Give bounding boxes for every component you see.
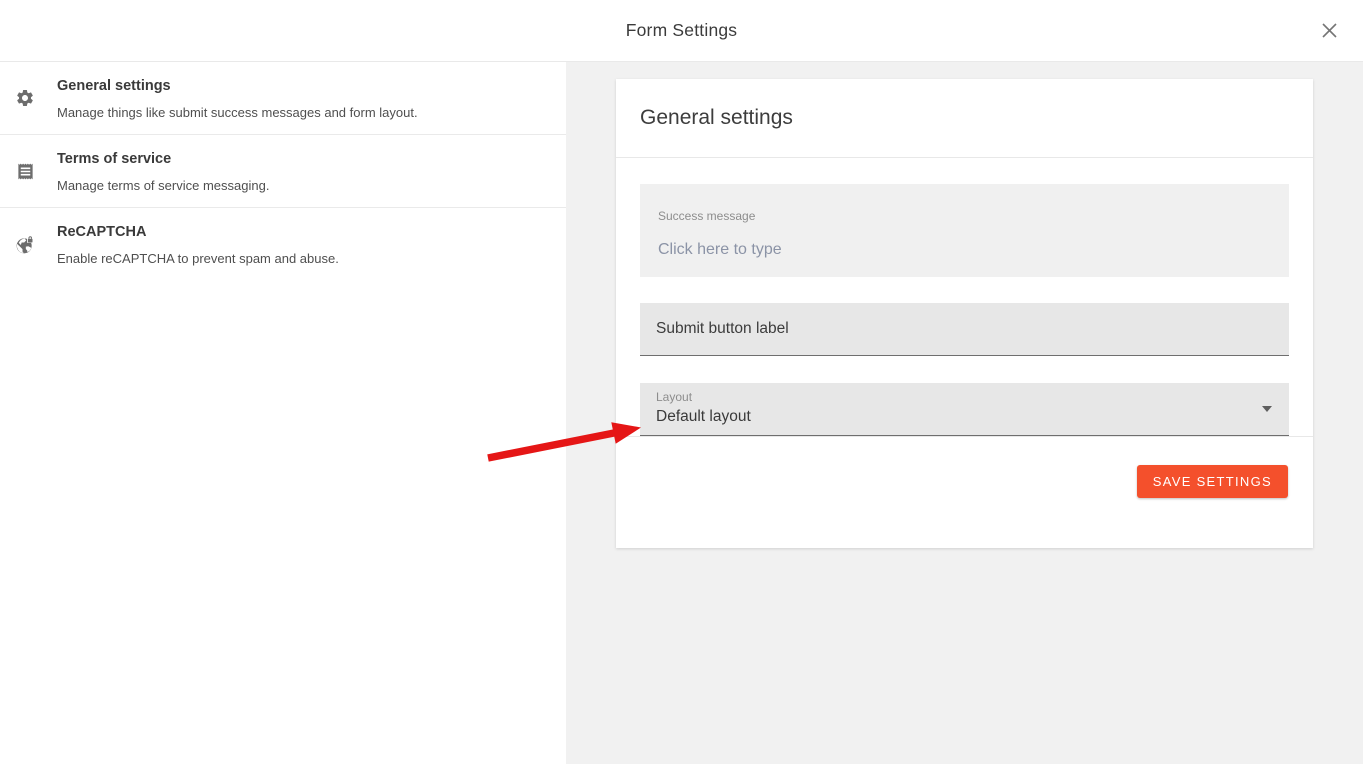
dropdown-arrow-icon <box>1262 406 1272 412</box>
submit-button-label-input[interactable] <box>656 320 1273 338</box>
close-icon <box>1321 22 1338 39</box>
dialog-title: Form Settings <box>626 20 738 41</box>
layout-label: Layout <box>656 391 1273 404</box>
success-message-label: Success message <box>658 210 1271 223</box>
nav-item-description: Enable reCAPTCHA to prevent spam and abu… <box>57 251 542 267</box>
nav-item-recaptcha[interactable]: ReCAPTCHA Enable reCAPTCHA to prevent sp… <box>0 208 566 281</box>
nav-item-title: General settings <box>57 77 542 95</box>
success-message-placeholder: Click here to type <box>658 241 1271 258</box>
save-settings-button[interactable]: SAVE SETTINGS <box>1137 465 1288 498</box>
nav-item-title: ReCAPTCHA <box>57 223 542 241</box>
content-area: General settings Success message Click h… <box>566 62 1363 764</box>
dialog-header: Form Settings <box>0 0 1363 62</box>
nav-item-terms-of-service[interactable]: Terms of service Manage terms of service… <box>0 135 566 208</box>
nav-item-description: Manage terms of service messaging. <box>57 178 542 194</box>
nav-item-description: Manage things like submit success messag… <box>57 105 542 121</box>
close-button[interactable] <box>1315 17 1343 45</box>
general-settings-card: General settings Success message Click h… <box>616 79 1313 548</box>
nav-item-title: Terms of service <box>57 150 542 168</box>
layout-selected-value: Default layout <box>656 408 1273 426</box>
card-body: Success message Click here to type Layou… <box>616 158 1313 436</box>
card-title: General settings <box>640 106 793 130</box>
card-footer: SAVE SETTINGS <box>616 436 1313 522</box>
success-message-field[interactable]: Success message Click here to type <box>640 184 1289 277</box>
settings-nav: General settings Manage things like subm… <box>0 62 566 764</box>
card-header: General settings <box>616 79 1313 158</box>
gear-icon <box>15 88 35 108</box>
globe-lock-icon <box>15 235 35 255</box>
submit-button-label-field[interactable] <box>640 303 1289 356</box>
layout-select[interactable]: Layout Default layout <box>640 383 1289 436</box>
nav-item-general-settings[interactable]: General settings Manage things like subm… <box>0 62 566 135</box>
receipt-icon <box>15 161 35 181</box>
